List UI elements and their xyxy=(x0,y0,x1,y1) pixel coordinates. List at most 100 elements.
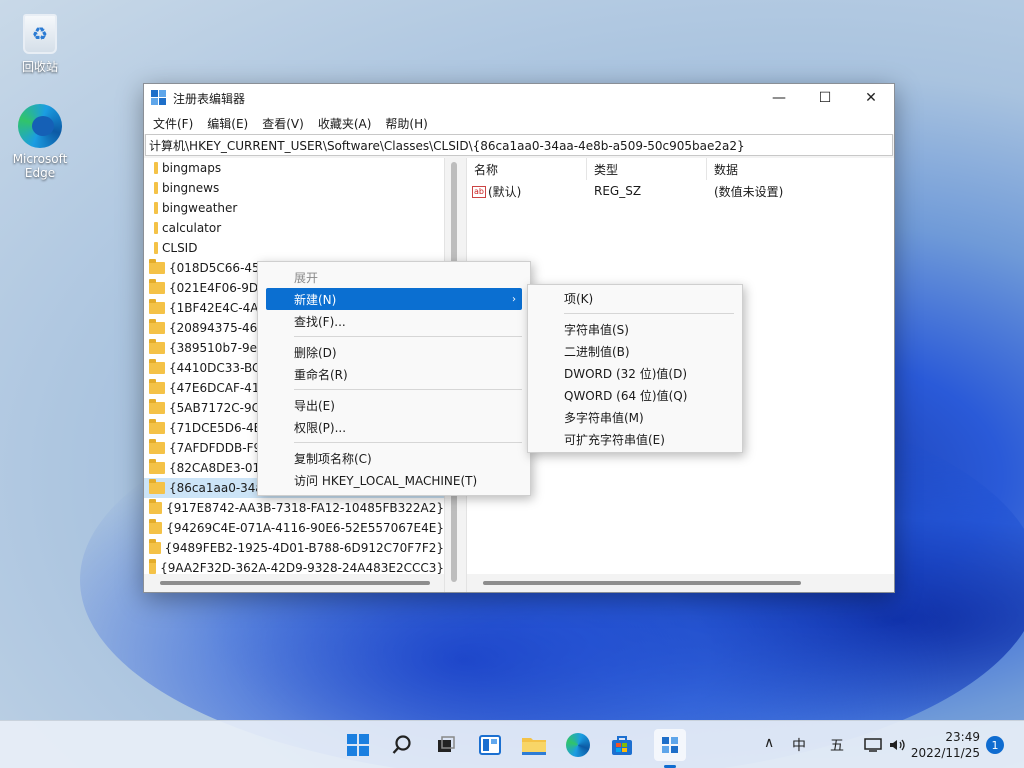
maximize-button[interactable]: ☐ xyxy=(802,84,848,112)
tree-item-label: {1BF42E4C-4AF xyxy=(169,301,266,315)
menu-item[interactable]: 查找(F)... xyxy=(258,310,530,332)
tree-item[interactable]: {94269C4E-071A-4116-90E6-52E557067E4E} xyxy=(144,518,444,538)
folder-icon xyxy=(149,499,163,514)
value-data: (数值未设置) xyxy=(714,184,784,199)
menu-file[interactable]: 文件(F) xyxy=(146,115,200,132)
search-icon xyxy=(392,735,411,754)
menu-item[interactable]: 导出(E) xyxy=(258,394,530,416)
new-submenu: 项(K) 字符串值(S) 二进制值(B) DWORD (32 位)值(D) QWORD … xyxy=(527,284,743,453)
tree-item[interactable]: {9489FEB2-1925-4D01-B788-6D912C70F7F2} xyxy=(144,538,444,558)
tree-horizontal-scrollbar[interactable] xyxy=(144,574,444,592)
task-view-button[interactable] xyxy=(432,731,460,759)
folder-icon xyxy=(149,539,161,554)
show-hidden-icons-button[interactable]: ∧ xyxy=(764,735,774,751)
column-data[interactable]: 数据 xyxy=(707,158,894,180)
network-button[interactable] xyxy=(862,731,884,759)
menu-item[interactable]: 复制项名称(C) xyxy=(258,447,530,469)
folder-icon xyxy=(149,359,165,374)
volume-button[interactable] xyxy=(886,731,908,759)
edge-icon xyxy=(18,104,62,148)
tree-item[interactable]: bingmaps xyxy=(144,158,444,178)
menu-item[interactable]: 重命名(R) xyxy=(258,363,530,385)
column-type[interactable]: 类型 xyxy=(587,158,707,180)
regedit-taskbar-button[interactable] xyxy=(654,729,686,761)
menu-item[interactable]: 新建(N) › xyxy=(266,288,522,310)
menu-separator xyxy=(294,442,522,443)
menu-item-label: 可扩充字符串值(E) xyxy=(564,432,665,447)
menu-item-label: DWORD (32 位)值(D) xyxy=(564,366,687,381)
tree-item[interactable]: calculator xyxy=(144,218,444,238)
menu-item-label: 复制项名称(C) xyxy=(294,451,372,466)
menu-item[interactable]: 可扩充字符串值(E) xyxy=(528,428,742,450)
folder-icon xyxy=(149,379,165,394)
desktop-icon-recycle-bin[interactable]: 回收站 xyxy=(2,8,78,75)
menu-bar: 文件(F) 编辑(E) 查看(V) 收藏夹(A) 帮助(H) xyxy=(144,112,894,134)
menu-view[interactable]: 查看(V) xyxy=(255,115,311,132)
menu-help[interactable]: 帮助(H) xyxy=(378,115,434,132)
menu-separator xyxy=(564,313,734,314)
store-icon xyxy=(612,736,632,755)
column-name[interactable]: 名称 xyxy=(467,158,587,180)
folder-icon xyxy=(149,259,165,274)
regedit-icon xyxy=(151,90,167,106)
menu-item[interactable]: 访问 HKEY_LOCAL_MACHINE(T) xyxy=(258,469,530,491)
menu-item-label: 展开 xyxy=(294,270,319,285)
value-type: REG_SZ xyxy=(594,184,642,198)
store-button[interactable] xyxy=(608,731,636,759)
recycle-bin-icon xyxy=(23,14,57,54)
title-bar[interactable]: 注册表编辑器 — ☐ ✕ xyxy=(144,84,894,112)
widgets-button[interactable] xyxy=(476,731,504,759)
menu-separator xyxy=(294,389,522,390)
tree-item-label: {9489FEB2-1925-4D01-B788-6D912C70F7F2} xyxy=(164,541,444,555)
file-explorer-button[interactable] xyxy=(520,731,548,759)
scroll-thumb[interactable] xyxy=(160,581,430,585)
menu-item[interactable]: 删除(D) xyxy=(258,341,530,363)
task-view-icon xyxy=(438,736,455,752)
ime-language[interactable]: 中 xyxy=(792,735,806,755)
menu-item[interactable]: 二进制值(B) xyxy=(528,340,742,362)
window-title: 注册表编辑器 xyxy=(173,91,246,106)
scroll-thumb[interactable] xyxy=(483,581,801,585)
ime-mode[interactable]: 五 xyxy=(830,735,844,755)
folder-icon xyxy=(149,439,165,454)
menu-item[interactable]: DWORD (32 位)值(D) xyxy=(528,362,742,384)
desktop-icon-edge[interactable]: Microsoft Edge xyxy=(2,104,78,180)
tree-item-label: {9AA2F32D-362A-42D9-9328-24A483E2CCC3} xyxy=(160,561,444,575)
context-menu: 展开新建(N) › 查找(F)... 删除(D) 重命名(R) 导出(E) 权限(P)...… xyxy=(257,261,531,496)
minimize-button[interactable]: — xyxy=(756,84,802,112)
tree-item[interactable]: CLSID xyxy=(144,238,444,258)
notification-badge[interactable]: 1 xyxy=(986,736,1004,754)
folder-icon xyxy=(149,479,165,494)
tree-item[interactable]: {917E8742-AA3B-7318-FA12-10485FB322A2} xyxy=(144,498,444,518)
menu-item[interactable]: 权限(P)... xyxy=(258,416,530,438)
network-icon xyxy=(864,738,882,752)
tree-item-label: calculator xyxy=(162,221,222,235)
menu-item-label: 查找(F)... xyxy=(294,314,346,329)
close-button[interactable]: ✕ xyxy=(848,84,894,112)
menu-favorites[interactable]: 收藏夹(A) xyxy=(311,115,379,132)
menu-item[interactable]: 字符串值(S) xyxy=(528,318,742,340)
values-horizontal-scrollbar[interactable] xyxy=(467,574,894,592)
folder-icon xyxy=(154,202,158,214)
tree-item-label: {018D5C66-453 xyxy=(169,261,268,275)
value-row[interactable]: ab (默认) REG_SZ (数值未设置) xyxy=(467,180,894,202)
folder-icon xyxy=(149,559,157,574)
menu-item[interactable]: 项(K) xyxy=(528,287,742,309)
edge-taskbar-button[interactable] xyxy=(564,731,592,759)
folder-icon xyxy=(149,399,165,414)
tree-item[interactable]: bingnews xyxy=(144,178,444,198)
tree-item-label: {4410DC33-BC7 xyxy=(169,361,268,375)
address-bar[interactable]: 计算机\HKEY_CURRENT_USER\Software\Classes\C… xyxy=(145,134,893,156)
taskbar: ∧ 中 五 23:49 2022/11/25 1 xyxy=(0,720,1024,768)
menu-item[interactable]: 多字符串值(M) xyxy=(528,406,742,428)
menu-item[interactable]: QWORD (64 位)值(Q) xyxy=(528,384,742,406)
search-button[interactable] xyxy=(388,731,416,759)
clock[interactable]: 23:49 2022/11/25 xyxy=(911,729,980,761)
menu-edit[interactable]: 编辑(E) xyxy=(200,115,255,132)
start-button[interactable] xyxy=(344,731,372,759)
tree-item-label: {86ca1aa0-34a xyxy=(169,481,263,495)
tree-item[interactable]: bingweather xyxy=(144,198,444,218)
tree-item-label: {47E6DCAF-41F xyxy=(169,381,267,395)
tree-item-label: {71DCE5D6-4B xyxy=(169,421,262,435)
chevron-right-icon: › xyxy=(512,293,516,305)
